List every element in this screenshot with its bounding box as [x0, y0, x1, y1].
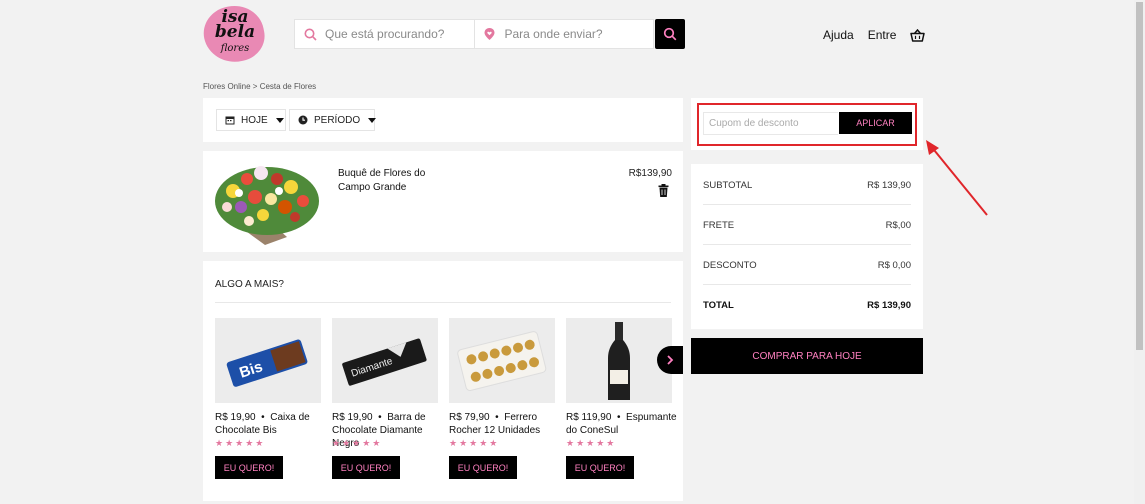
location-pin-icon	[483, 27, 497, 41]
login-link[interactable]: Entre	[868, 28, 897, 42]
apply-coupon-button[interactable]: APLICAR	[839, 112, 912, 134]
help-link[interactable]: Ajuda	[823, 28, 854, 42]
chevron-down-icon	[368, 117, 377, 123]
summary-row-total: TOTAL R$ 139,90	[703, 300, 911, 311]
upsell-product-info: R$ 79,90 • Ferrero Rocher 12 Unidades	[449, 412, 541, 436]
divider	[703, 284, 911, 285]
rating-stars: ★★★★★	[449, 438, 500, 448]
breadcrumb: Flores Online > Cesta de Flores	[203, 82, 317, 91]
product-image-ferrero[interactable]	[449, 318, 555, 403]
want-it-button[interactable]: EU QUERO!	[449, 456, 517, 479]
product-price: R$ 19,90	[332, 412, 373, 423]
scrollbar-thumb[interactable]	[1136, 2, 1143, 350]
want-it-button[interactable]: EU QUERO!	[215, 456, 283, 479]
divider	[703, 244, 911, 245]
annotation-arrow-icon	[926, 140, 988, 216]
location-field[interactable]	[473, 20, 654, 48]
summary-label: FRETE	[703, 220, 735, 231]
calendar-icon	[225, 115, 235, 125]
product-image-bis[interactable]: Bis	[215, 318, 321, 403]
period-select-label: PERÍODO	[314, 114, 361, 126]
product-price: R$ 19,90	[215, 412, 256, 423]
search-field[interactable]	[295, 20, 474, 48]
breadcrumb-item[interactable]: Flores Online	[203, 82, 251, 91]
product-image-diamante-negro[interactable]: Diamante	[332, 318, 438, 403]
divider	[703, 204, 911, 205]
summary-value: R$,00	[885, 220, 911, 231]
upsell-title: ALGO A MAIS?	[215, 279, 284, 290]
summary-label: TOTAL	[703, 300, 734, 311]
search-bar	[294, 19, 654, 49]
period-select[interactable]: PERÍODO	[289, 109, 377, 131]
summary-value: R$ 139,90	[867, 180, 911, 191]
chevron-down-icon	[275, 117, 284, 123]
coupon-input[interactable]	[703, 112, 838, 135]
rating-stars: ★★★★★	[566, 438, 617, 448]
logo-text: isa bela flores	[208, 9, 262, 56]
date-select[interactable]: HOJE	[216, 109, 286, 131]
rating-stars: ★★★★★	[215, 438, 266, 448]
brand-logo[interactable]: isa bela flores	[198, 0, 270, 68]
divider	[215, 302, 671, 303]
summary-value: R$ 139,90	[867, 300, 911, 311]
product-image-bouquet	[203, 151, 331, 252]
upsell-product-info: R$ 119,90 • Espumante do ConeSul	[566, 412, 677, 436]
search-button-icon	[663, 27, 677, 41]
upsell-product: Bis R$ 19,90 • Caixa de Chocolate Bis ★★…	[215, 318, 321, 479]
summary-row-discount: DESCONTO R$ 0,00	[703, 260, 911, 271]
checkout-button[interactable]: COMPRAR PARA HOJE	[691, 338, 923, 374]
cart-item-name[interactable]: Buquê de Flores do Campo Grande	[338, 167, 428, 195]
summary-label: SUBTOTAL	[703, 180, 753, 191]
date-select-label: HOJE	[241, 114, 268, 126]
search-button[interactable]	[655, 19, 685, 49]
logo-text-line-3: flores	[220, 43, 250, 54]
location-input[interactable]	[504, 27, 645, 41]
delivery-options-card: HOJE PERÍODO	[203, 98, 683, 142]
search-input[interactable]	[325, 27, 465, 41]
search-icon	[303, 27, 317, 41]
rating-stars: ★★★★★	[332, 438, 383, 448]
clock-icon	[298, 115, 308, 125]
breadcrumb-item[interactable]: Cesta de Flores	[260, 82, 316, 91]
want-it-button[interactable]: EU QUERO!	[566, 456, 634, 479]
site-header: isa bela flores Ajuda Entre	[0, 0, 1134, 76]
carousel-next-button[interactable]	[657, 346, 683, 374]
trash-icon[interactable]	[658, 184, 669, 200]
top-nav: Ajuda Entre	[823, 28, 926, 42]
upsell-product: Diamante R$ 19,90 • Barra de Chocolate D…	[332, 318, 438, 479]
summary-row-subtotal: SUBTOTAL R$ 139,90	[703, 180, 911, 191]
summary-row-shipping: FRETE R$,00	[703, 220, 911, 231]
upsell-product: R$ 79,90 • Ferrero Rocher 12 Unidades ★★…	[449, 318, 555, 479]
cart-item-price: R$139,90	[628, 168, 672, 179]
product-price: R$ 79,90	[449, 412, 490, 423]
product-price: R$ 119,90	[566, 412, 612, 423]
want-it-button[interactable]: EU QUERO!	[332, 456, 400, 479]
summary-value: R$ 0,00	[877, 260, 911, 271]
summary-label: DESCONTO	[703, 260, 757, 271]
basket-icon[interactable]	[910, 28, 926, 42]
logo-text-line-2: bela	[214, 22, 256, 42]
chevron-right-icon	[667, 355, 674, 365]
upsell-product-info: R$ 19,90 • Caixa de Chocolate Bis	[215, 412, 310, 436]
